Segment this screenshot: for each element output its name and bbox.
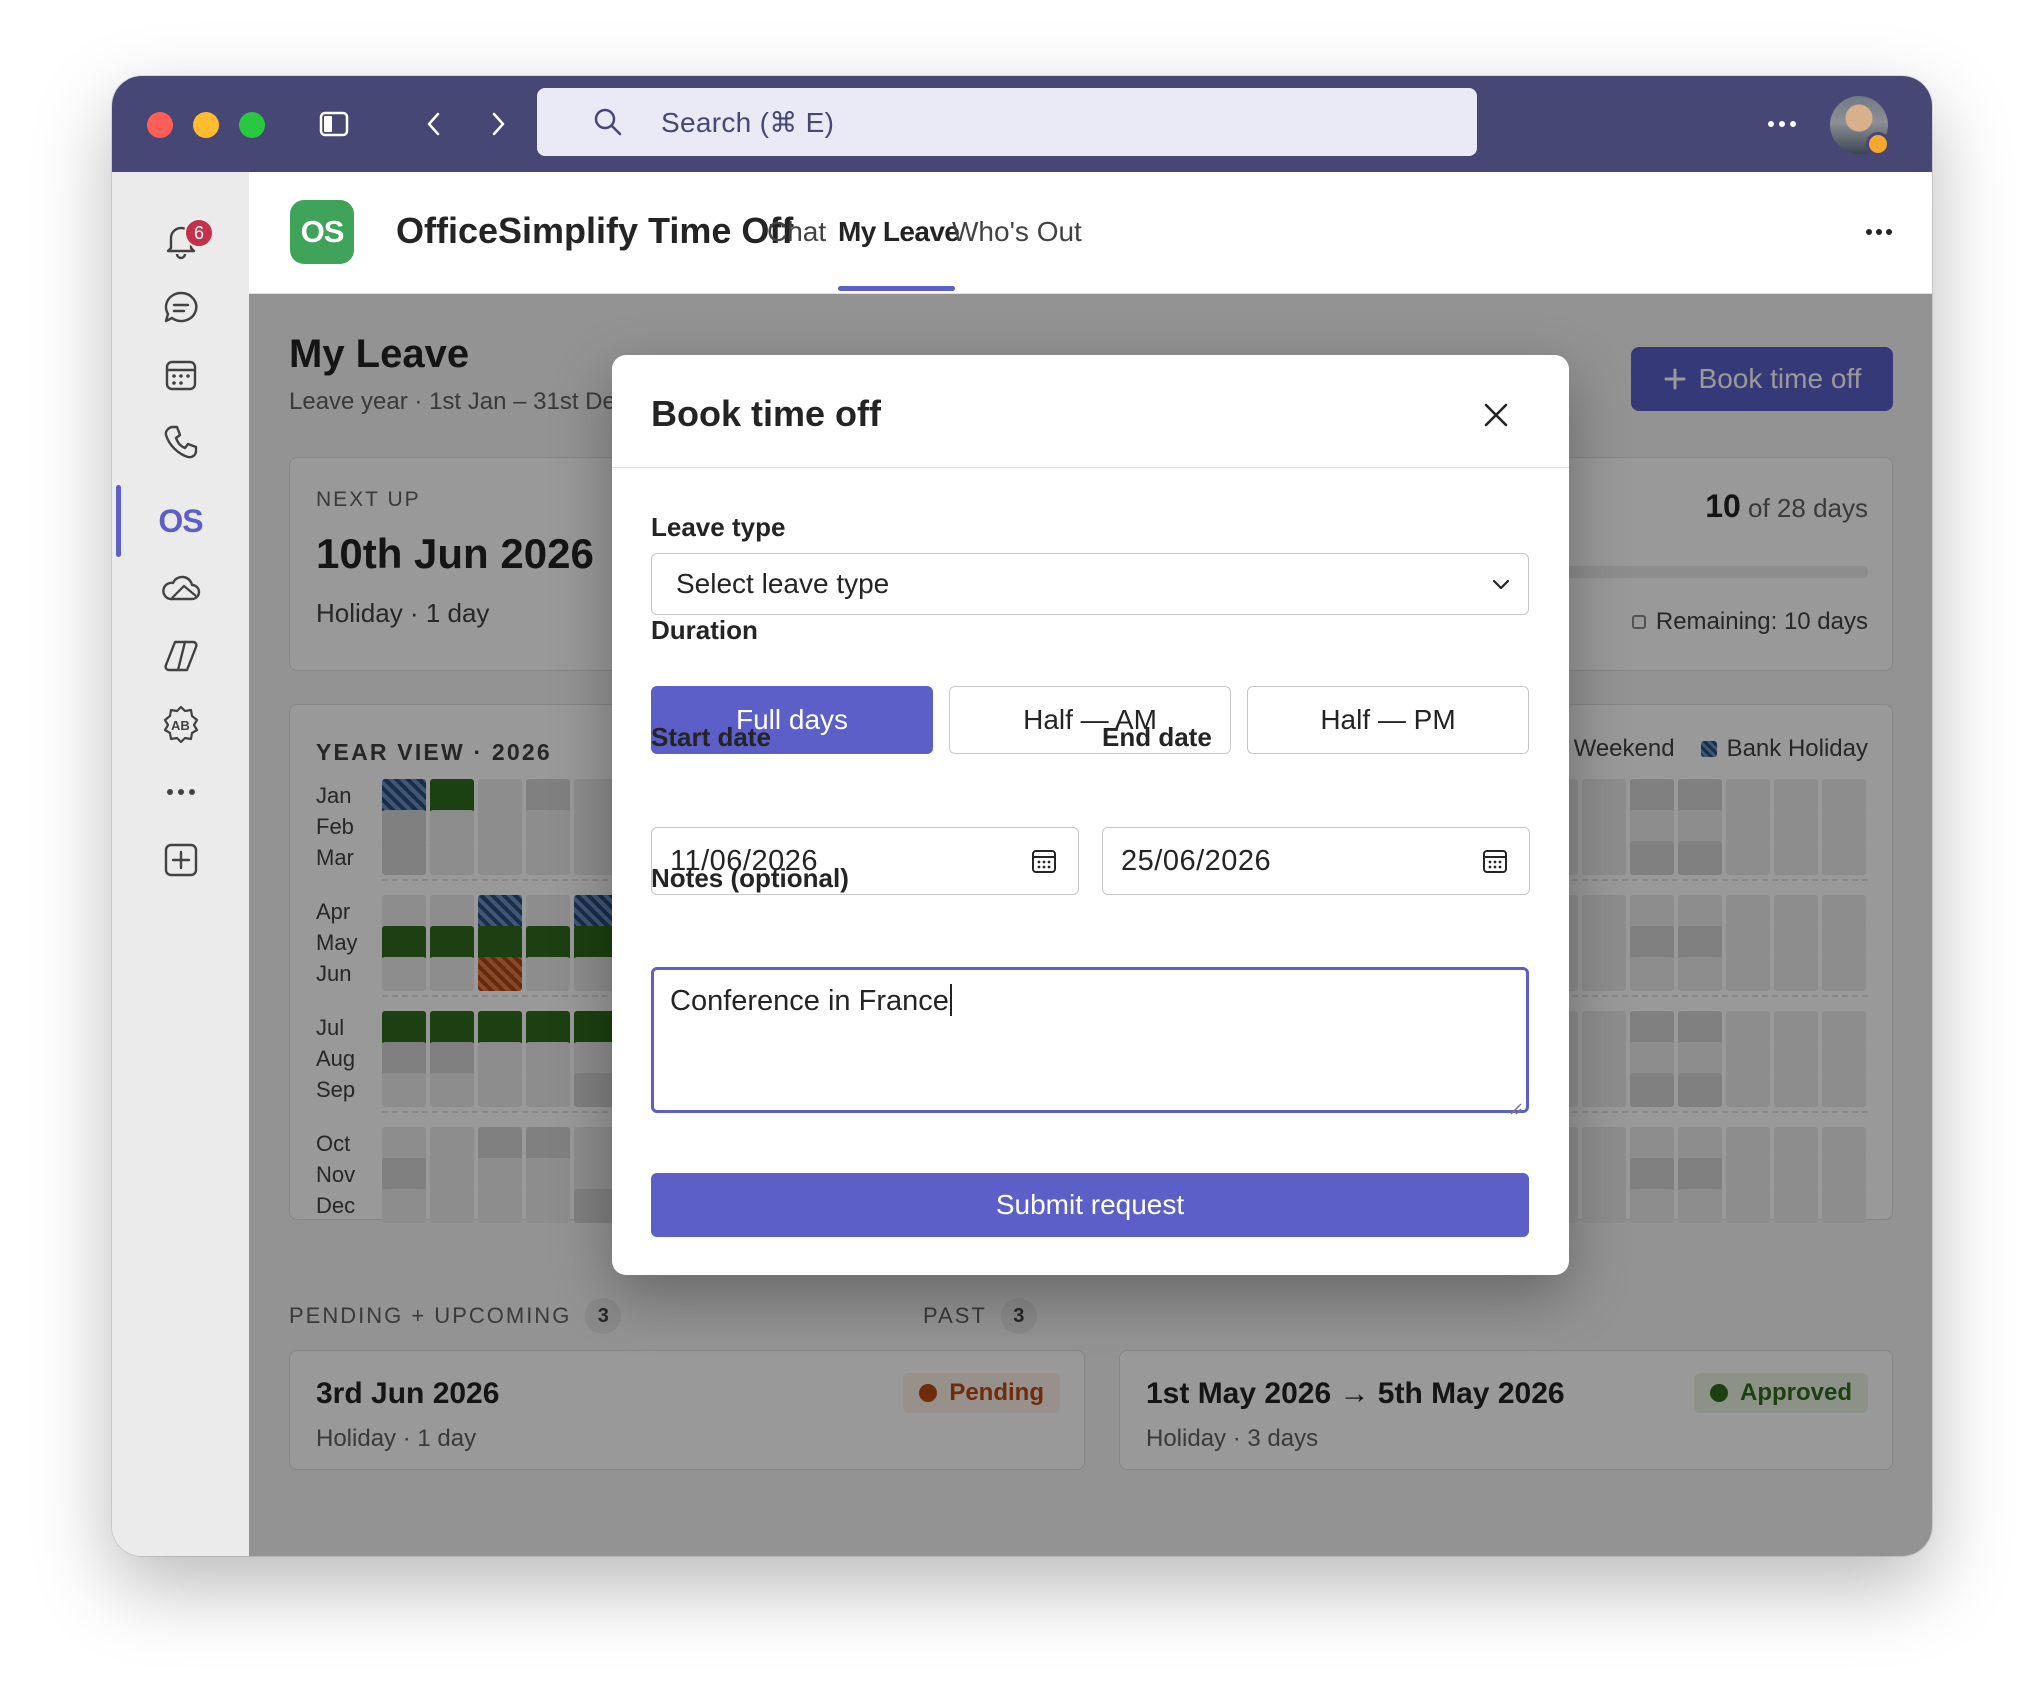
officesimplify-app-icon[interactable]: OS	[112, 489, 249, 553]
phone-icon[interactable]	[112, 410, 249, 474]
search-input[interactable]: Search (⌘ E)	[537, 88, 1477, 156]
active-tab-indicator	[838, 286, 955, 291]
calendar-icon[interactable]	[112, 343, 249, 407]
tab-whos-out[interactable]: Who's Out	[952, 216, 1082, 248]
apps-gear-icon[interactable]: AB	[112, 692, 249, 756]
header-more-icon[interactable]	[1857, 212, 1901, 252]
end-date-label: End date	[1102, 722, 1212, 752]
away-status-icon	[1866, 132, 1890, 156]
copilot-icon[interactable]	[112, 624, 249, 688]
leave-type-select[interactable]: Select leave type	[651, 553, 1529, 615]
notes-label: Notes (optional)	[651, 863, 849, 893]
svg-text:AB: AB	[171, 718, 190, 733]
title-bar: Search (⌘ E)	[112, 76, 1932, 172]
dialog-divider	[612, 467, 1569, 468]
dialog-title: Book time off	[651, 393, 881, 434]
duration-half-pm-button[interactable]: Half — PM	[1247, 686, 1529, 754]
duration-label: Duration	[651, 615, 758, 645]
book-time-off-dialog: Book time off Leave type Select leave ty…	[612, 355, 1569, 1275]
tab-my-leave[interactable]: My Leave	[838, 216, 960, 248]
more-horizontal-icon[interactable]	[1752, 102, 1812, 146]
app-title: OfficeSimplify Time Off	[396, 210, 794, 251]
activity-bell-icon[interactable]: 6	[112, 208, 249, 272]
zoom-window-button[interactable]	[239, 112, 265, 138]
end-date-input[interactable]: 25/06/2026	[1102, 827, 1530, 895]
app-rail: 6 OS AB	[112, 172, 249, 1556]
tab-chat[interactable]: Chat	[767, 216, 826, 248]
more-apps-icon[interactable]	[112, 760, 249, 824]
forward-arrow-icon[interactable]	[476, 102, 520, 146]
close-icon[interactable]	[1474, 393, 1518, 437]
start-date-label: Start date	[651, 722, 771, 752]
onedrive-cloud-icon[interactable]	[112, 557, 249, 621]
notes-value: Conference in France	[670, 985, 949, 1017]
close-window-button[interactable]	[147, 112, 173, 138]
calendar-picker-icon[interactable]	[1481, 847, 1509, 875]
notes-textarea[interactable]: Conference in France	[651, 967, 1529, 1115]
submit-request-button[interactable]: Submit request	[651, 1173, 1529, 1237]
officesimplify-rail-label: OS	[158, 502, 203, 539]
chevron-down-icon	[1488, 572, 1514, 598]
resize-handle-icon[interactable]	[1506, 1090, 1522, 1115]
add-app-icon[interactable]	[112, 828, 249, 892]
app-logo: OS	[290, 200, 354, 264]
search-icon	[593, 105, 627, 139]
teams-window: Search (⌘ E) 6 OS AB OS OfficeSimplify T…	[112, 76, 1932, 1556]
app-header: OS OfficeSimplify Time Off Chat My Leave…	[249, 172, 1932, 294]
text-caret	[949, 984, 952, 1016]
minimize-window-button[interactable]	[193, 112, 219, 138]
calendar-picker-icon[interactable]	[1030, 847, 1058, 875]
leave-type-value: Select leave type	[676, 568, 890, 599]
back-arrow-icon[interactable]	[412, 102, 456, 146]
chat-bubble-icon[interactable]	[112, 276, 249, 340]
search-placeholder: Search (⌘ E)	[661, 106, 835, 138]
end-date-value: 25/06/2026	[1121, 844, 1272, 877]
sidebar-toggle-icon[interactable]	[312, 102, 356, 146]
leave-type-label: Leave type	[651, 512, 786, 542]
notification-badge: 6	[184, 218, 214, 248]
